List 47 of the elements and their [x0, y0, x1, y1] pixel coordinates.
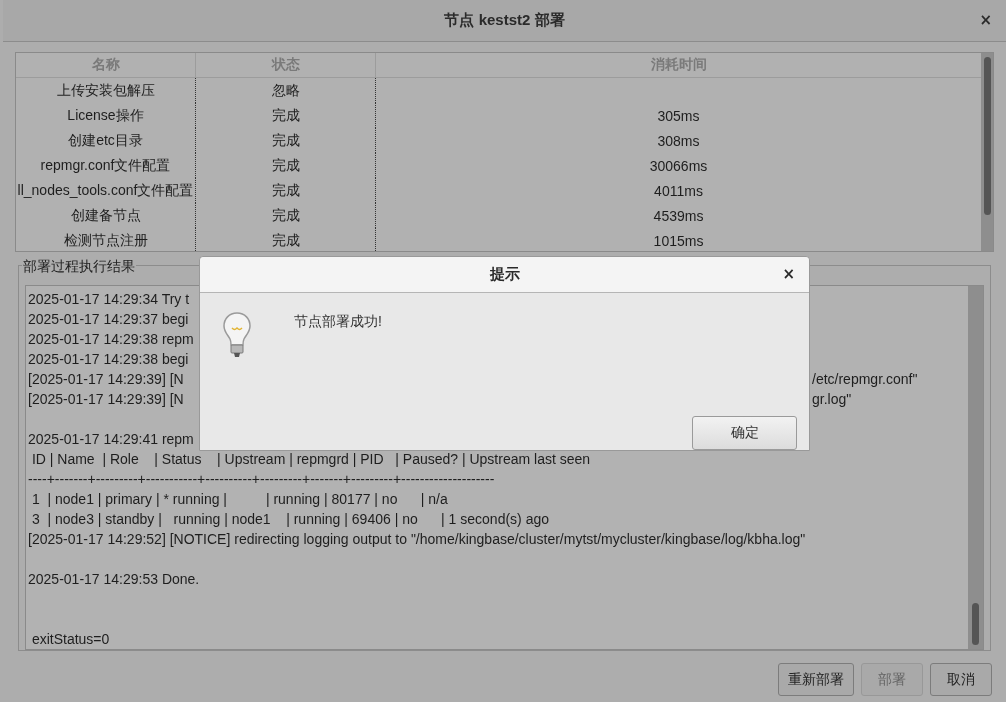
log-line: /etc/repmgr.conf" [812, 370, 919, 389]
table-cell: 创建etc目录 [16, 128, 196, 153]
close-button[interactable]: × [780, 267, 797, 282]
table-cell: repmgr.conf文件配置 [16, 153, 196, 178]
group-title: 部署过程执行结果 [22, 258, 136, 276]
log-line: ID | Name | Role | Status | Upstream | repmgrd | PID | Paused? | Upstream last seen [30, 450, 591, 469]
log-line: 2025-01-17 14:29:53 Done. [28, 570, 200, 589]
table-cell: License操作 [16, 103, 196, 128]
scrollbar-thumb[interactable] [972, 603, 979, 645]
table-cell-text: 4539ms [652, 206, 705, 226]
log-line: [2025-01-17 14:29:39] [N [28, 370, 185, 389]
table-cell: 上传安装包解压 [16, 78, 196, 103]
table-cell: 完成 [196, 153, 376, 178]
log-line: 2025-01-17 14:29:41 repm [28, 430, 195, 449]
log-line: 3 | node3 | standby | running | node1 | running | 69406 | no | 1 second(s) ago [30, 510, 549, 529]
table-cell: 创建备节点 [16, 203, 196, 228]
table-cell: 完成 [196, 178, 376, 203]
table-cell-text: 1015ms [652, 231, 705, 251]
message-text: 节点部署成功! [294, 313, 382, 332]
table-cell-text: 305ms [656, 106, 701, 126]
log-line: 2025-01-17 14:29:34 Try t [28, 290, 191, 309]
ok-button[interactable]: 确定 [692, 416, 797, 450]
log-line: gr.log" [812, 390, 853, 409]
table-cell: 完成 [196, 203, 376, 228]
close-button[interactable]: × [977, 13, 994, 28]
log-line: ----+-------+---------+-----------+----------+---------+-------+---------+-------------------- [28, 470, 495, 489]
table-cell-text: 308ms [656, 131, 701, 151]
dialog-button[interactable]: 取消 [930, 663, 992, 696]
log-line: 1 | node1 | primary | * running | | running | 80177 | no | n/a [30, 490, 448, 509]
log-line: [2025-01-17 14:29:39] [N [28, 390, 185, 409]
table-cell-text: 30066ms [648, 156, 709, 176]
log-line: [2025-01-17 14:29:52] [NOTICE] redirecting logging output to "/home/kingbase/cluster/mytst/mycluster/kingbase/log/kbha.log" [28, 530, 806, 549]
table-cell: 完成 [196, 103, 376, 128]
dialog-title: 提示 [489, 265, 520, 285]
table-cell: 检测节点注册 [16, 228, 196, 251]
log-line: 2025-01-17 14:29:38 begi [28, 350, 190, 369]
table-cell: 完成 [196, 128, 376, 153]
window-title: 节点 kestst2 部署 [444, 11, 565, 30]
dialog-button[interactable]: 重新部署 [778, 663, 854, 696]
table-cell: 忽略 [196, 78, 376, 103]
table-cell-text: 4011ms [653, 181, 704, 201]
scrollbar-thumb[interactable] [983, 57, 991, 215]
log-line: 2025-01-17 14:29:37 begi [28, 310, 190, 329]
table-cell: ll_nodes_tools.conf文件配置 [16, 178, 196, 203]
log-line: exitStatus=0 [30, 630, 110, 649]
table-cell: 完成 [196, 228, 376, 251]
log-line: 2025-01-17 14:29:38 repm [28, 330, 195, 349]
